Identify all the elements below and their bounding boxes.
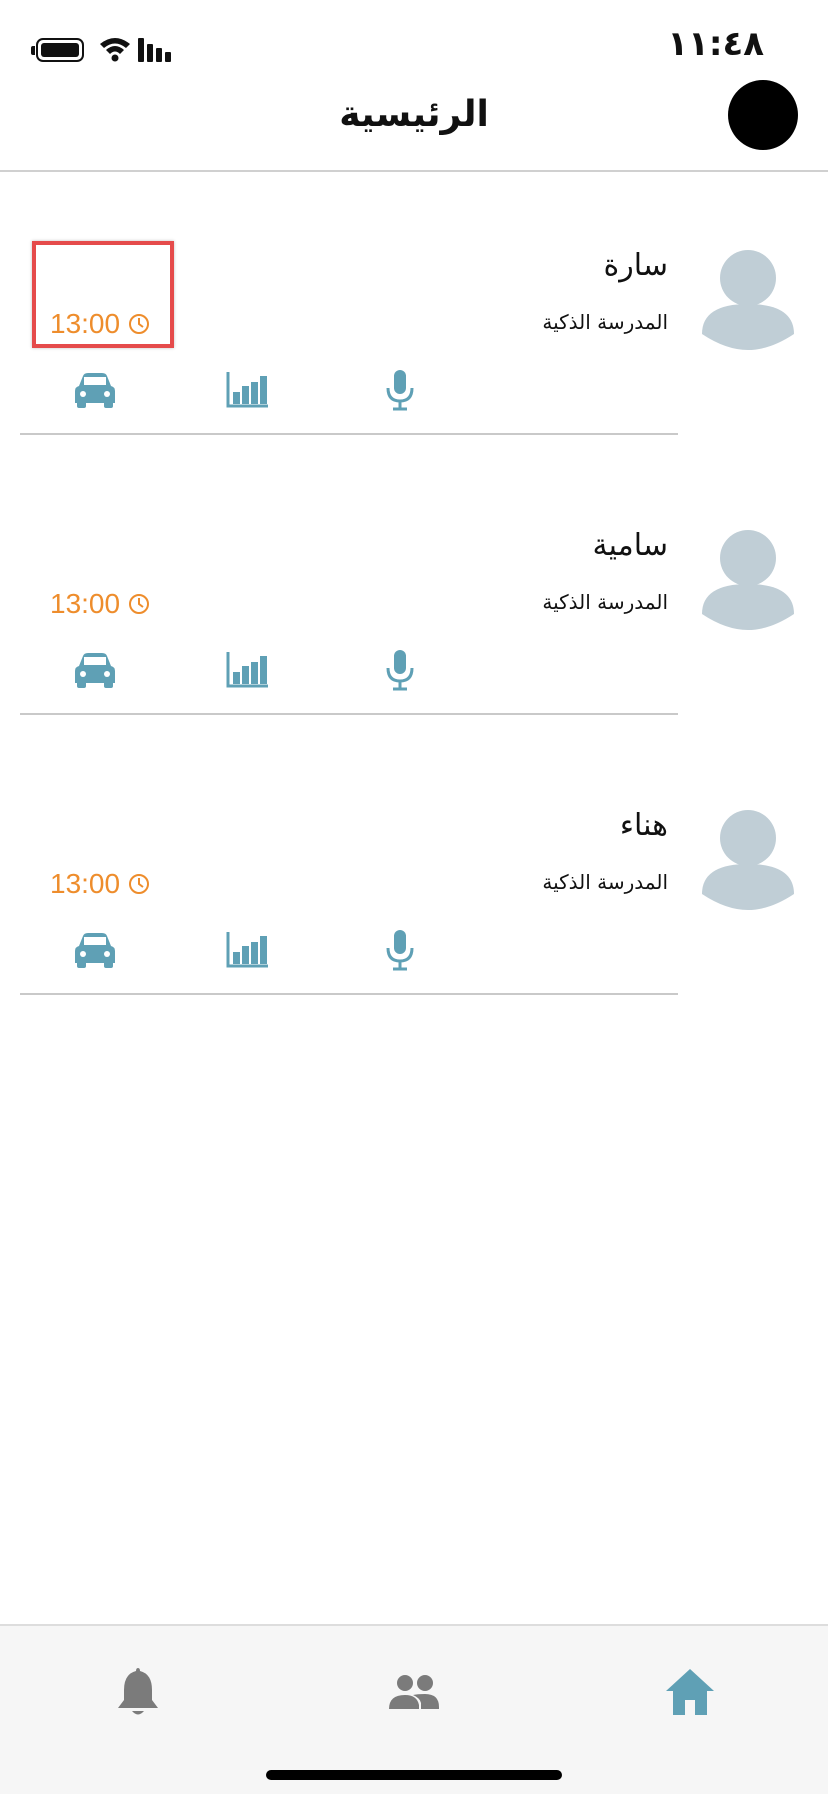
time-value: 13:00 <box>50 588 121 619</box>
home-icon <box>666 1669 714 1715</box>
school-name: المدرسة الذكية <box>542 310 668 334</box>
bar-chart-icon[interactable] <box>222 365 272 415</box>
student-card[interactable]: هناء المدرسة الذكية 13:00 <box>0 760 828 1040</box>
nav-bar: الرئيسية <box>0 80 828 172</box>
profile-button[interactable] <box>728 80 798 150</box>
clock-icon <box>129 874 150 894</box>
status-bar: ١١:٤٨ <box>0 0 828 80</box>
student-card[interactable]: سامية المدرسة الذكية 13:00 <box>0 480 828 760</box>
status-time: ١١:٤٨ <box>667 24 764 64</box>
microphone-icon[interactable] <box>375 365 425 415</box>
pickup-time: 13:00 <box>50 868 150 900</box>
microphone-icon[interactable] <box>375 925 425 975</box>
page-title: الرئيسية <box>339 94 489 135</box>
avatar-icon <box>702 250 794 350</box>
card-actions <box>0 630 828 710</box>
tab-students[interactable] <box>384 1662 444 1722</box>
card-actions <box>0 910 828 990</box>
car-icon[interactable] <box>70 365 120 415</box>
car-icon[interactable] <box>70 925 120 975</box>
time-value: 13:00 <box>50 868 121 899</box>
divider <box>20 433 678 435</box>
student-name: هناء <box>619 808 668 843</box>
clock-icon <box>129 594 150 614</box>
bell-icon <box>118 1668 158 1715</box>
student-name: سارة <box>603 248 668 283</box>
avatar-icon <box>702 810 794 910</box>
card-actions <box>0 350 828 430</box>
tab-bar <box>0 1624 828 1794</box>
wifi-icon <box>100 38 130 62</box>
people-icon <box>389 1675 439 1709</box>
car-icon[interactable] <box>70 645 120 695</box>
highlight-box <box>32 241 174 348</box>
microphone-icon[interactable] <box>375 645 425 695</box>
student-name: سامية <box>592 528 668 563</box>
tab-notifications[interactable] <box>108 1662 168 1722</box>
divider <box>20 993 678 995</box>
home-indicator <box>266 1770 562 1780</box>
bar-chart-icon[interactable] <box>222 925 272 975</box>
pickup-time: 13:00 <box>50 588 150 620</box>
tab-home[interactable] <box>660 1662 720 1722</box>
bar-chart-icon[interactable] <box>222 645 272 695</box>
battery-icon <box>31 38 84 62</box>
avatar-icon <box>702 530 794 630</box>
divider <box>20 713 678 715</box>
signal-icon <box>138 36 178 62</box>
school-name: المدرسة الذكية <box>542 590 668 614</box>
school-name: المدرسة الذكية <box>542 870 668 894</box>
